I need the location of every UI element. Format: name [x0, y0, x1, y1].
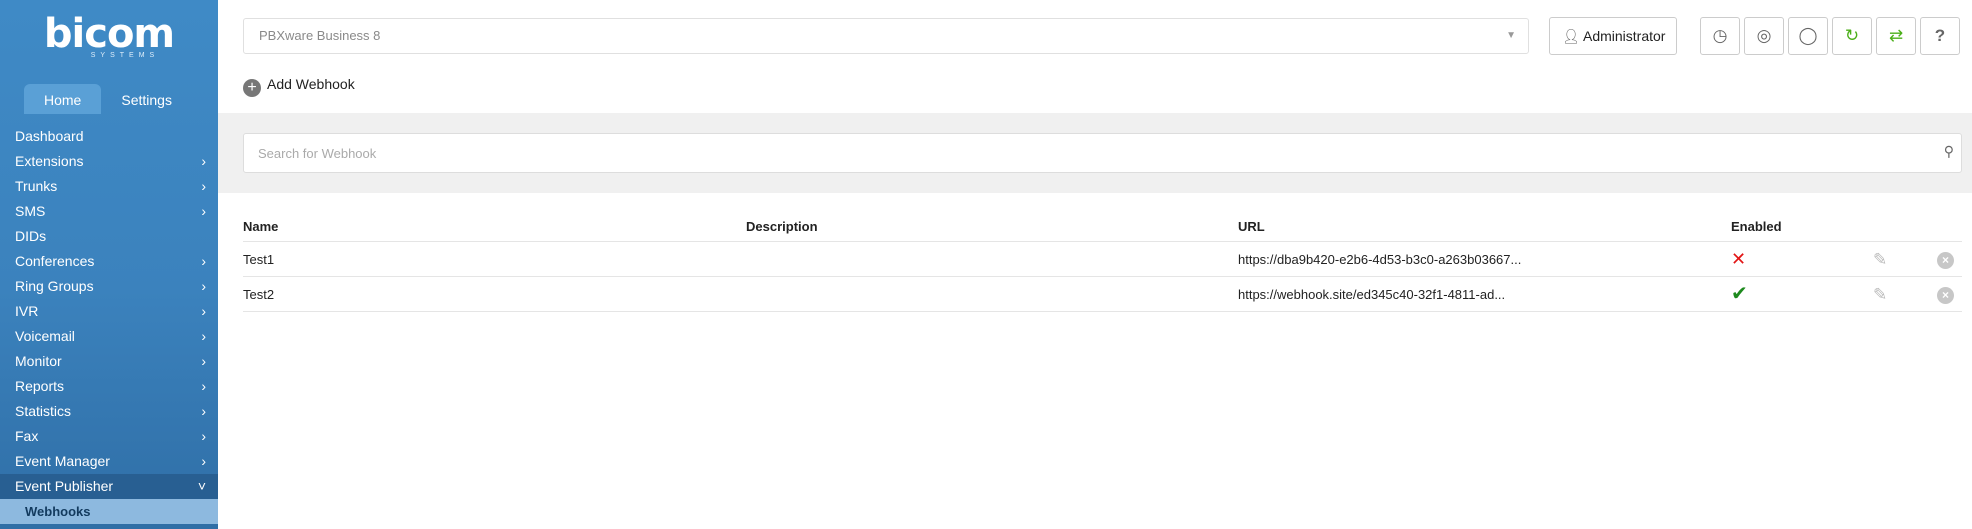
delete-icon[interactable]: ×: [1937, 277, 1954, 312]
sidebar-item-statistics[interactable]: Statistics ›: [0, 399, 218, 424]
row-url: https://dba9b420-e2b6-4d53-b3c0-a263b036…: [1238, 252, 1522, 267]
sidebar-item-sms[interactable]: SMS ›: [0, 199, 218, 224]
chevron-right-icon: ›: [201, 403, 206, 419]
sidebar-item-monitor[interactable]: Monitor ›: [0, 349, 218, 374]
search-icon[interactable]: ⚲: [1944, 143, 1954, 160]
sidebar-item-reports[interactable]: Reports ›: [0, 374, 218, 399]
logo-brand: bicom: [43, 11, 175, 57]
table-row[interactable]: Test2 https://webhook.site/ed345c40-32f1…: [243, 277, 1962, 312]
chevron-right-icon: ›: [201, 428, 206, 444]
clock-button[interactable]: ◷: [1700, 17, 1740, 55]
sidebar-item-label: Ring Groups: [15, 278, 94, 294]
sidebar-item-event-manager[interactable]: Event Manager ›: [0, 449, 218, 474]
sidebar-item-label: Reports: [15, 378, 65, 394]
plus-circle-icon: +: [243, 79, 261, 97]
sidebar-item-conferences[interactable]: Conferences ›: [0, 249, 218, 274]
sidebar-item-fax[interactable]: Fax ›: [0, 424, 218, 449]
sidebar-item-event-publisher[interactable]: Event Publisher ˅: [0, 474, 218, 499]
sync-button[interactable]: ⇄: [1876, 17, 1916, 55]
sidebar-item-trunks[interactable]: Trunks ›: [0, 174, 218, 199]
chevron-right-icon: ›: [201, 253, 206, 269]
sidebar-item-ring-groups[interactable]: Ring Groups ›: [0, 274, 218, 299]
chevron-right-icon: ›: [201, 278, 206, 294]
support-button[interactable]: ◎: [1744, 17, 1784, 55]
sidebar-item-label: Dashboard: [15, 128, 84, 144]
user-menu-label: Administrator: [1583, 28, 1666, 44]
support-icon: ◎: [1756, 26, 1772, 45]
sidebar-item-label: Event Publisher: [15, 478, 114, 494]
server-select[interactable]: PBXware Business 8 ▼: [243, 18, 1529, 54]
row-name: Test1: [243, 252, 275, 267]
sidebar: bicom SYSTEMS Home Settings Dashboard Ex…: [0, 0, 218, 529]
chevron-right-icon: ›: [201, 353, 206, 369]
column-header-enabled[interactable]: Enabled: [1731, 212, 1782, 242]
search-band: ⚲: [218, 113, 1972, 193]
logo[interactable]: bicom SYSTEMS: [0, 14, 218, 59]
enabled-check-icon: ✔: [1731, 283, 1748, 305]
help-button[interactable]: ?: [1920, 17, 1960, 55]
add-webhook-label: Add Webhook: [267, 76, 355, 92]
sidebar-item-label: Conferences: [15, 253, 95, 269]
sidebar-item-label: IVR: [15, 303, 39, 319]
sidebar-item-webhooks[interactable]: Webhooks: [0, 499, 218, 524]
server-select-value: PBXware Business 8: [259, 28, 381, 43]
caret-down-icon: ▼: [1506, 30, 1516, 41]
table-header: Name Description URL Enabled: [243, 212, 1962, 242]
sidebar-item-label: Webhooks: [25, 504, 91, 519]
sidebar-item-label: Event Manager: [15, 453, 110, 469]
user-menu-button[interactable]: 👤︎ Administrator: [1549, 17, 1677, 55]
edit-icon[interactable]: ✎: [1873, 242, 1887, 277]
edit-icon[interactable]: ✎: [1873, 277, 1887, 312]
sidebar-item-label: Trunks: [15, 178, 58, 194]
sidebar-tabs: Home Settings: [24, 84, 192, 114]
sidebar-item-label: Fax: [15, 428, 39, 444]
disabled-x-icon: ✕: [1731, 249, 1747, 269]
chevron-down-icon: ˅: [197, 478, 206, 494]
logo-sub: SYSTEMS: [90, 52, 160, 59]
search-input[interactable]: [243, 133, 1962, 173]
clock-icon: ◷: [1712, 26, 1728, 45]
chevron-right-icon: ›: [201, 153, 206, 169]
chevron-right-icon: ›: [201, 178, 206, 194]
chevron-right-icon: ›: [201, 203, 206, 219]
sidebar-menu: Dashboard Extensions › Trunks › SMS › DIDs …: [0, 124, 218, 524]
chevron-right-icon: ›: [201, 453, 206, 469]
chevron-right-icon: ›: [201, 328, 206, 344]
delete-icon[interactable]: ×: [1937, 242, 1954, 277]
column-header-name[interactable]: Name: [243, 212, 278, 242]
webhooks-table: Name Description URL Enabled Test1 https…: [243, 212, 1962, 312]
table-row[interactable]: Test1 https://dba9b420-e2b6-4d53-b3c0-a2…: [243, 242, 1962, 277]
sidebar-item-dashboard[interactable]: Dashboard: [0, 124, 218, 149]
sidebar-item-label: Extensions: [15, 153, 84, 169]
column-header-url[interactable]: URL: [1238, 212, 1265, 242]
row-name: Test2: [243, 287, 275, 302]
sidebar-item-ivr[interactable]: IVR ›: [0, 299, 218, 324]
sidebar-item-extensions[interactable]: Extensions ›: [0, 149, 218, 174]
sidebar-item-label: DIDs: [15, 228, 47, 244]
sidebar-item-label: Statistics: [15, 403, 72, 419]
sidebar-item-label: Monitor: [15, 353, 62, 369]
tab-home[interactable]: Home: [24, 84, 102, 114]
row-url: https://webhook.site/ed345c40-32f1-4811-…: [1238, 287, 1506, 302]
add-webhook-button[interactable]: + Add Webhook: [243, 74, 355, 97]
help-icon: ?: [1934, 26, 1946, 45]
refresh-icon: ↻: [1844, 26, 1860, 45]
top-bar: PBXware Business 8 ▼ 👤︎ Administrator ◷ ◎…: [218, 0, 1972, 113]
globe-button[interactable]: ◯: [1788, 17, 1828, 55]
globe-icon: ◯: [1798, 26, 1818, 45]
sync-icon: ⇄: [1888, 26, 1904, 45]
close-circle-icon: ×: [1937, 252, 1954, 270]
refresh-button[interactable]: ↻: [1832, 17, 1872, 55]
close-circle-icon: ×: [1937, 287, 1954, 305]
column-header-description[interactable]: Description: [746, 212, 818, 242]
sidebar-item-voicemail[interactable]: Voicemail ›: [0, 324, 218, 349]
chevron-right-icon: ›: [201, 378, 206, 394]
sidebar-item-label: Voicemail: [15, 328, 75, 344]
sidebar-item-label: SMS: [15, 203, 46, 219]
user-icon: 👤︎: [1562, 28, 1580, 44]
tab-settings[interactable]: Settings: [101, 84, 192, 114]
chevron-right-icon: ›: [201, 303, 206, 319]
sidebar-item-dids[interactable]: DIDs: [0, 224, 218, 249]
